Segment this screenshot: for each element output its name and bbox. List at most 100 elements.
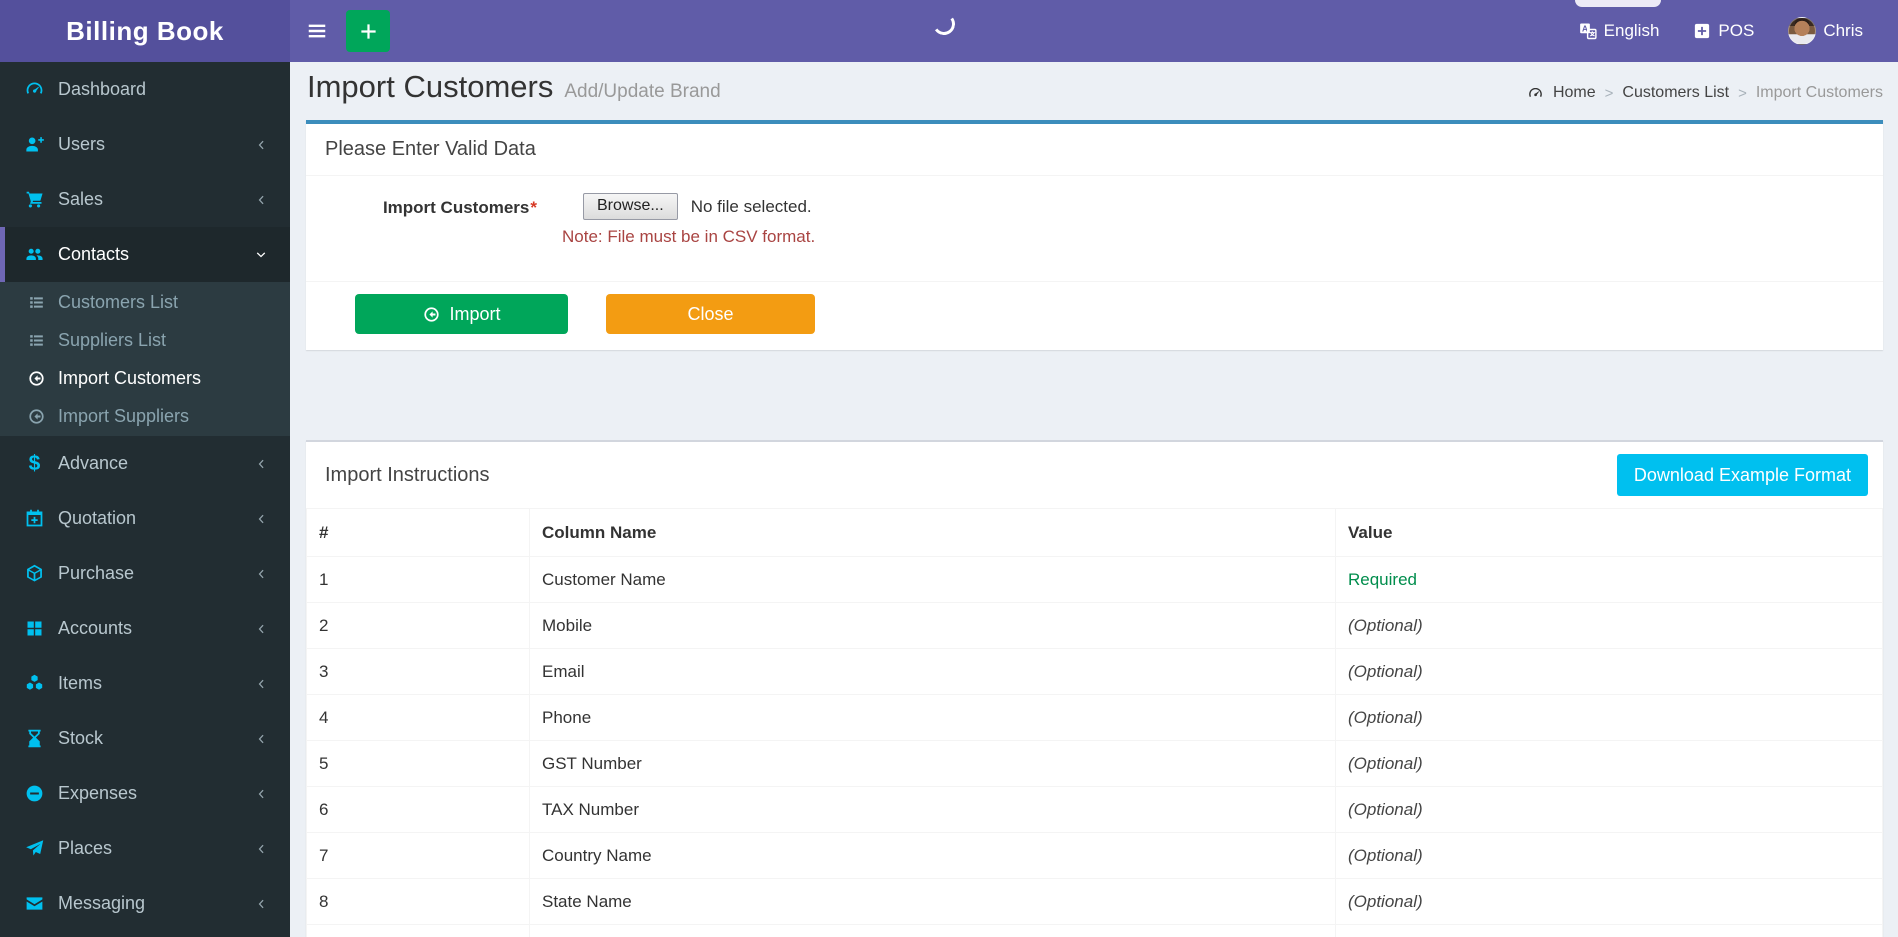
sidebar-item-dashboard[interactable]: Dashboard [0,62,290,117]
instructions-table: # Column Name Value 1 Customer Name Required… [306,508,1883,937]
file-status-text: No file selected. [690,196,812,216]
required-asterisk: * [530,198,537,217]
sidebar-item-advance[interactable]: $ Advance [0,436,290,491]
form-body: Import Customers* Browse... No file sele… [306,176,1883,281]
breadcrumb-home[interactable]: Home [1553,84,1596,102]
import-instructions-box: Import Instructions Download Example For… [306,440,1883,937]
cell-number: 9 [306,924,530,937]
cell-number: 8 [306,878,530,925]
grid-icon [24,618,45,639]
top-navbar: Billing Book A English POS Chris [0,0,1898,62]
page-title: Import Customers Add/Update Brand [307,68,721,111]
sidebar-item-label: Sales [58,189,104,209]
cell-value: Required [1335,556,1883,603]
sidebar-item-places[interactable]: Places [0,821,290,876]
table-header--: # [306,508,530,557]
chevron-left-icon [254,512,268,526]
cell-value: (Optional) [1335,924,1883,937]
language-menu[interactable]: A English [1562,0,1677,62]
cell-number: 3 [306,648,530,695]
sidebar-subitem-label: Import Suppliers [58,405,190,426]
sidebar-item-sales[interactable]: Sales [0,172,290,227]
sidebar-item-label: Places [58,838,113,858]
close-button[interactable]: Close [606,294,815,334]
sidebar: Dashboard Users Sales Contacts Customers Lis… [0,62,290,937]
cell-value: (Optional) [1335,602,1883,649]
main-content: Import Customers Add/Update Brand Home >… [290,62,1898,937]
cell-column-name: TAX Number [529,786,1336,833]
sidebar-subitem-label: Import Customers [58,367,202,388]
plus-icon [359,22,378,41]
language-label: English [1603,21,1660,40]
cell-column-name: State Name [529,878,1336,925]
cell-number: 1 [306,556,530,603]
app-logo[interactable]: Billing Book [0,0,290,62]
download-example-format-button[interactable]: Download Example Format [1616,454,1868,496]
loading-spinner-icon [931,11,957,37]
sidebar-item-stock[interactable]: Stock [0,711,290,766]
sidebar-item-label: Purchase [58,563,135,583]
sidebar-item-messaging[interactable]: Messaging [0,876,290,931]
sidebar-subitem-suppliers-list[interactable]: Suppliers List [0,321,290,359]
sidebar-item-quotation[interactable]: Quotation [0,491,290,546]
breadcrumb-customers-list[interactable]: Customers List [1622,84,1729,102]
table-header-column-name: Column Name [529,508,1336,557]
user-avatar [1788,17,1817,45]
sidebar-item-expenses[interactable]: Expenses [0,766,290,821]
users-icon [24,244,45,265]
sidebar-toggle-button[interactable] [290,0,344,62]
quick-add-button[interactable] [346,10,390,52]
calendar-plus-icon [24,508,45,529]
cell-value: (Optional) [1335,694,1883,741]
sidebar-subitem-import-suppliers[interactable]: Import Suppliers [0,397,290,435]
user-menu[interactable]: Chris [1771,0,1880,62]
chevron-left-icon [254,193,268,207]
minus-circle-icon [24,783,45,804]
instructions-header: Import Instructions Download Example For… [306,442,1883,508]
sidebar-item-accounts[interactable]: Accounts [0,601,290,656]
sidebar-item-label: Dashboard [58,79,147,99]
paper-plane-icon [24,838,45,859]
breadcrumb-separator: > [1738,84,1747,102]
chevron-left-icon [254,622,268,636]
cell-number: 2 [306,602,530,649]
toast-remnant [1575,0,1661,7]
sidebar-item-label: Messaging [58,893,146,913]
import-circle-icon [27,407,46,426]
cell-number: 5 [306,740,530,787]
close-button-label: Close [687,303,734,324]
sidebar-item-users[interactable]: Users [0,117,290,172]
table-header-value: Value [1335,508,1883,557]
instructions-title: Import Instructions [325,463,490,486]
chevron-left-icon [254,732,268,746]
pos-label: POS [1718,21,1755,40]
cart-icon [24,189,45,210]
import-button-label: Import [449,303,501,324]
chevron-left-icon [254,677,268,691]
breadcrumb-current: Import Customers [1755,84,1883,101]
file-input-group: Browse... No file selected. Note: File m… [562,193,815,247]
table-row: 4 Phone (Optional) [306,694,1883,741]
sidebar-submenu-contacts: Customers List Suppliers List Import Custo… [0,282,290,436]
sidebar-subitem-label: Suppliers List [58,329,167,350]
sidebar-item-label: Expenses [58,783,138,803]
hamburger-icon [306,20,328,42]
sidebar-subitem-customers-list[interactable]: Customers List [0,283,290,321]
sidebar-item-items[interactable]: Items [0,656,290,711]
sidebar-item-label: Advance [58,453,129,473]
cell-column-name: GST Number [529,740,1336,787]
cell-column-name: Mobile [529,602,1336,649]
import-button[interactable]: Import [355,294,568,334]
csv-note: Note: File must be in CSV format. [562,227,816,246]
cell-number: 6 [306,786,530,833]
sidebar-item-contacts[interactable]: Contacts [0,227,290,282]
cube-icon [24,563,45,584]
browse-file-button[interactable]: Browse... [583,193,678,220]
sidebar-item-purchase[interactable]: Purchase [0,546,290,601]
pos-menu[interactable]: POS [1676,0,1771,62]
sidebar-subitem-import-customers[interactable]: Import Customers [0,359,290,397]
sidebar-item-label: Items [58,673,103,693]
cell-value: (Optional) [1335,740,1883,787]
table-row: 8 State Name (Optional) [306,878,1883,925]
sidebar-item-label: Quotation [58,508,137,528]
